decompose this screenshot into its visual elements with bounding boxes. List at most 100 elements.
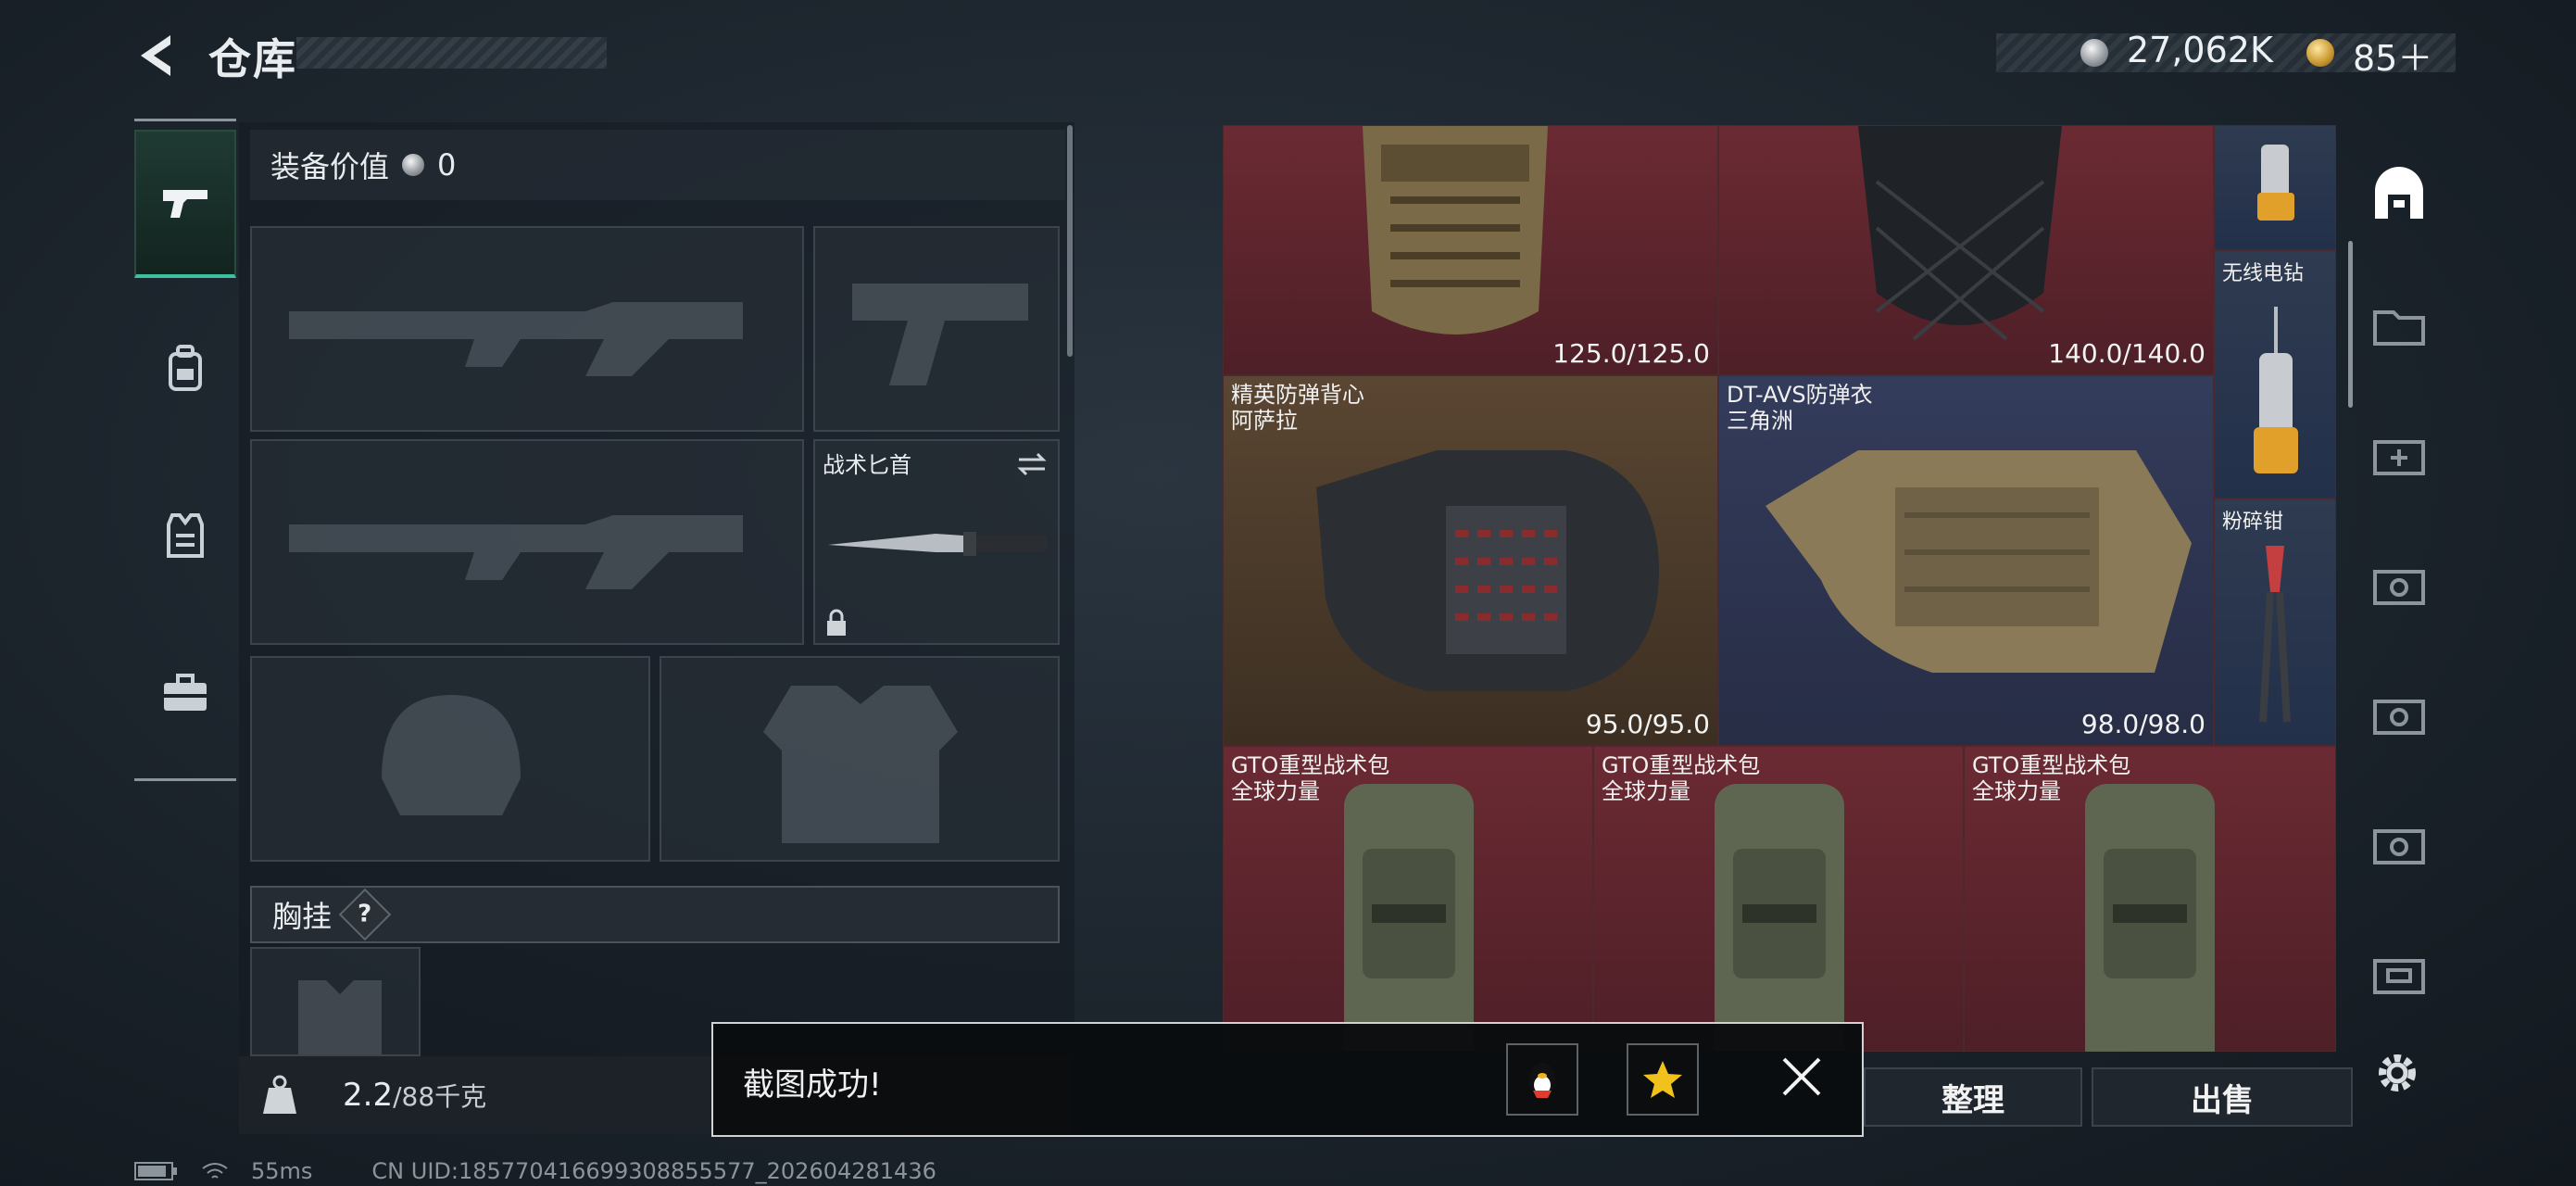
armor-item-icon	[1858, 126, 2062, 341]
item-durability: 98.0/98.0	[2080, 709, 2205, 739]
chest-rig-label: 胸挂	[272, 899, 333, 934]
help-icon[interactable]: ?	[338, 888, 392, 941]
inventory-item[interactable]: GTO重型战术包 全球力量	[1223, 746, 1593, 1052]
heavy-backpack-icon	[2085, 784, 2215, 1052]
chest-rig-header: 胸挂 ?	[250, 886, 1060, 943]
share-qzone-button[interactable]	[1627, 1043, 1699, 1116]
folder-icon	[2373, 310, 2425, 346]
inventory-item[interactable]: DT-AVS防弹衣 三角洲 98.0/98.0	[1718, 375, 2214, 746]
helmet-silhouette-icon	[382, 695, 521, 815]
weight-icon	[263, 1075, 296, 1114]
ping-readout: 55ms	[251, 1158, 313, 1184]
uid-readout: CN UID:185770416699308855577_20260428143…	[371, 1158, 936, 1184]
toolbox-icon	[164, 674, 207, 711]
swap-icon[interactable]	[1015, 450, 1049, 478]
vest-icon	[167, 513, 204, 558]
item-name: DT-AVS防弹衣 三角洲	[1727, 382, 1873, 434]
tab-storage-2[interactable]	[2357, 269, 2441, 380]
inventory-item[interactable]: GTO重型战术包 全球力量	[1964, 746, 2336, 1052]
knife-label: 战术匕首	[823, 452, 911, 478]
heavy-backpack-icon	[1715, 784, 1844, 1052]
silver-coin-icon	[2080, 39, 2108, 67]
left-category-rail	[134, 119, 236, 786]
rifle-silhouette-icon	[289, 302, 743, 376]
silver-currency-value: 27,062K	[2127, 30, 2273, 70]
chest-rig-silhouette-icon	[298, 980, 382, 1054]
item-name: 无线电钻	[2222, 262, 2305, 285]
inventory-item[interactable]: 125.0/125.0	[1223, 125, 1718, 375]
storage-icon	[2375, 167, 2423, 219]
item-name: 精英防弹背心 阿萨拉	[1231, 382, 1364, 434]
armor-slot[interactable]	[660, 656, 1060, 862]
tool-item-icon	[2257, 145, 2294, 221]
tab-storage-7[interactable]	[2357, 917, 2441, 1028]
inventory-item[interactable]: 无线电钻	[2214, 250, 2336, 498]
medical-case-icon	[2373, 440, 2425, 475]
tab-storage-4[interactable]	[2357, 528, 2441, 639]
tactical-knife-icon	[828, 532, 1047, 556]
sort-button[interactable]: 整理	[1864, 1067, 2082, 1127]
heavy-backpack-icon	[1344, 784, 1474, 1052]
inventory-item[interactable]: 粉碎钳	[2214, 498, 2336, 746]
qq-penguin-icon	[1529, 1063, 1555, 1098]
back-button[interactable]	[130, 28, 185, 83]
case-icon	[2373, 570, 2425, 605]
rail-item-weapons[interactable]	[134, 130, 236, 278]
close-icon	[1782, 1057, 1821, 1096]
equipment-value: 0	[437, 147, 457, 183]
back-arrow-icon	[141, 35, 170, 76]
item-name: 粉碎钳	[2222, 511, 2284, 534]
case-icon	[2373, 700, 2425, 735]
case-icon	[2373, 829, 2425, 864]
armor-silhouette-icon	[763, 686, 958, 843]
sell-button[interactable]: 出售	[2092, 1067, 2353, 1127]
toast-close-button[interactable]	[1778, 1049, 1825, 1114]
tab-storage-5[interactable]	[2357, 658, 2441, 769]
dt-avs-armor-icon	[1766, 450, 2192, 673]
gold-currency-value[interactable]: 85＋	[2353, 30, 2432, 81]
gear-icon	[2379, 1054, 2416, 1091]
armor-item-icon	[1363, 126, 1548, 334]
rail-divider-bottom	[134, 778, 236, 781]
title-decor	[296, 37, 607, 69]
item-durability: 95.0/95.0	[1585, 709, 1710, 739]
silver-coin-icon	[402, 154, 425, 176]
rail-item-toolbox[interactable]	[134, 619, 236, 767]
gold-coin-icon	[2306, 39, 2334, 67]
chest-rig-slot[interactable]	[250, 947, 421, 1056]
helmet-slot[interactable]	[250, 656, 650, 862]
battery-icon	[134, 1162, 177, 1180]
weight-readout: 2.2/88千克	[343, 1077, 486, 1114]
wifi-icon	[202, 1163, 228, 1179]
toast-message: 截图成功!	[743, 1066, 882, 1104]
inventory-item[interactable]: GTO重型战术包 全球力量	[1593, 746, 1964, 1052]
wireless-drill-icon	[2254, 307, 2298, 473]
equipment-value-header: 装备价值 0	[250, 130, 1065, 200]
equipment-scrollbar[interactable]	[1067, 125, 1073, 357]
equipment-value-label: 装备价值	[270, 149, 390, 184]
settings-button[interactable]	[2371, 1047, 2423, 1111]
tab-storage-3[interactable]	[2357, 398, 2441, 510]
secondary-weapon-slot[interactable]	[250, 439, 804, 645]
rifle-silhouette-icon	[289, 515, 743, 589]
storage-tabs-rail	[2357, 139, 2441, 1047]
rail-item-backpack[interactable]	[134, 295, 236, 443]
inventory-item[interactable]: 精英防弹背心 阿萨拉 95.0/95.0	[1223, 375, 1718, 746]
inventory-item[interactable]	[2214, 125, 2336, 250]
tab-storage-6[interactable]	[2357, 788, 2441, 899]
bolt-cutter-icon	[2259, 546, 2291, 723]
knife-slot[interactable]: 战术匕首	[813, 439, 1060, 645]
case-icon	[2373, 959, 2425, 994]
rail-item-vest[interactable]	[134, 461, 236, 610]
primary-weapon-slot[interactable]	[250, 226, 804, 432]
sidearm-slot[interactable]	[813, 226, 1060, 432]
backpack-icon	[169, 345, 202, 391]
item-durability: 125.0/125.0	[1552, 338, 1710, 369]
inventory-scrollbar[interactable]	[2348, 241, 2353, 408]
item-durability: 140.0/140.0	[2048, 338, 2205, 369]
page-title: 仓库	[208, 34, 297, 84]
tab-main-storage[interactable]	[2357, 139, 2441, 250]
inventory-item[interactable]: 140.0/140.0	[1718, 125, 2214, 375]
share-qq-button[interactable]	[1506, 1043, 1578, 1116]
pistol-silhouette-icon	[852, 284, 1028, 385]
